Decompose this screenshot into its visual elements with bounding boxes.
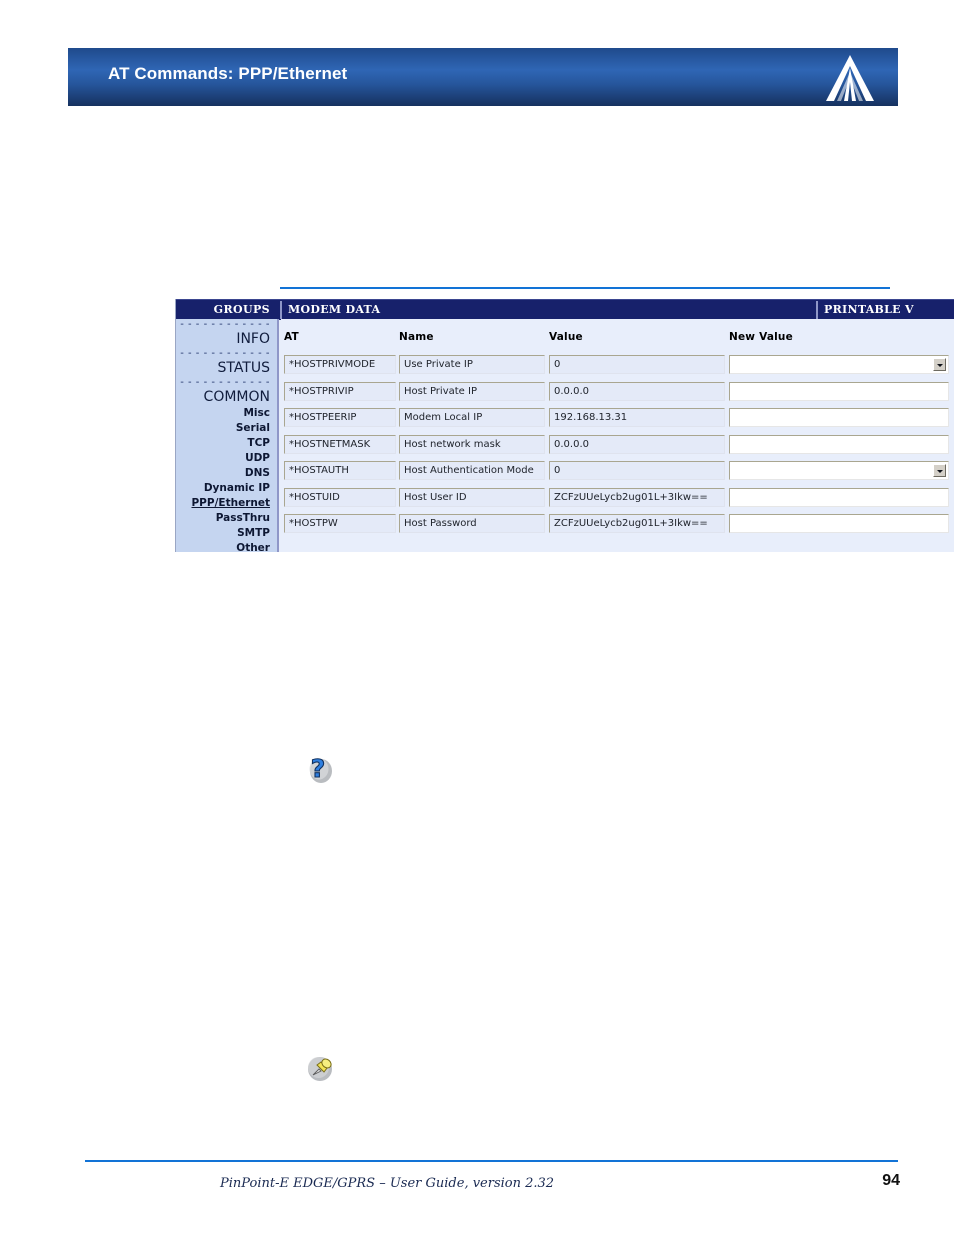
column-header-value: Value (549, 331, 583, 343)
nav-divider: - - - - - - - - - - - - - (180, 348, 270, 359)
cell-value: ZCFzUUeLycb2ug01L+3Ikw== (549, 487, 725, 507)
cell-name: Modem Local IP (399, 408, 545, 427)
footer-document-title: PinPoint-E EDGE/GPRS – User Guide, versi… (220, 1176, 555, 1191)
cell-name: Host network mask (399, 434, 545, 454)
nav-item-dynamic-ip[interactable]: Dynamic IP (176, 481, 270, 496)
cell-name: Host Password (399, 514, 545, 533)
new-value-input[interactable] (729, 487, 949, 507)
cell-name: Host User ID (399, 487, 545, 507)
column-header-new-value: New Value (729, 331, 793, 343)
cell-at-command: *HOSTPRIVIP (284, 381, 396, 401)
nav-item-serial[interactable]: Serial (176, 421, 270, 436)
note-pushpin-icon (308, 1057, 332, 1081)
nav-item-misc[interactable]: Misc (176, 406, 270, 421)
new-value-select[interactable] (729, 355, 949, 374)
nav-group-status[interactable]: STATUS (176, 359, 270, 377)
column-header-at: AT (284, 331, 299, 343)
nav-item-smtp[interactable]: SMTP (176, 526, 270, 541)
titlebar-divider (280, 301, 282, 319)
app-titlebar: GROUPS MODEM DATA PRINTABLE V (176, 299, 954, 320)
nav-group-info[interactable]: INFO (176, 330, 270, 348)
cell-value: 0.0.0.0 (549, 381, 725, 401)
groups-sidebar: - - - - - - - - - - - - -INFO- - - - - -… (176, 319, 279, 552)
nav-item-other[interactable]: Other (176, 541, 270, 552)
page-title: AT Commands: PPP/Ethernet (108, 64, 348, 83)
nav-divider: - - - - - - - - - - - - - (180, 319, 270, 330)
new-value-input[interactable] (729, 434, 949, 454)
cell-at-command: *HOSTPRIVMODE (284, 355, 396, 374)
nav-item-passthru[interactable]: PassThru (176, 511, 270, 526)
cell-value: 0 (549, 355, 725, 374)
new-value-input[interactable] (729, 514, 949, 533)
cell-name: Host Authentication Mode (399, 461, 545, 480)
tip-question-icon: ? (309, 753, 332, 784)
chevron-down-icon[interactable] (933, 358, 946, 371)
cell-at-command: *HOSTUID (284, 487, 396, 507)
groups-header-label: GROUPS (213, 303, 270, 316)
sierra-wireless-logo-icon (826, 55, 874, 101)
cell-value: 192.168.13.31 (549, 408, 725, 427)
modem-data-label: MODEM DATA (288, 303, 381, 316)
svg-text:?: ? (311, 754, 326, 783)
cell-name: Use Private IP (399, 355, 545, 374)
cell-at-command: *HOSTPW (284, 514, 396, 533)
titlebar-divider (816, 301, 818, 319)
cell-name: Host Private IP (399, 381, 545, 401)
chevron-down-icon[interactable] (933, 464, 946, 477)
cell-value: 0.0.0.0 (549, 434, 725, 454)
column-header-name: Name (399, 331, 434, 343)
new-value-input[interactable] (729, 408, 949, 427)
cell-at-command: *HOSTAUTH (284, 461, 396, 480)
modem-data-content: AT Name Value New Value *HOSTPRIVMODE Use Pri… (281, 319, 954, 552)
nav-item-udp[interactable]: UDP (176, 451, 270, 466)
nav-item-dns[interactable]: DNS (176, 466, 270, 481)
figure-top-rule (280, 287, 890, 289)
nav-group-common[interactable]: COMMON (176, 388, 270, 406)
cell-value: ZCFzUUeLycb2ug01L+3Ikw== (549, 514, 725, 533)
nav-divider: - - - - - - - - - - - - - (180, 377, 270, 388)
footer-rule (85, 1160, 898, 1162)
footer-page-number: 94 (882, 1172, 900, 1189)
new-value-input[interactable] (729, 381, 949, 401)
new-value-select[interactable] (729, 461, 949, 480)
cell-value: 0 (549, 461, 725, 480)
nav-item-ppp-ethernet[interactable]: PPP/Ethernet (176, 496, 270, 511)
modem-data-screenshot-figure: GROUPS MODEM DATA PRINTABLE V - - - - - … (175, 299, 954, 552)
nav-item-tcp[interactable]: TCP (176, 436, 270, 451)
cell-at-command: *HOSTPEERIP (284, 408, 396, 427)
printable-view-link[interactable]: PRINTABLE V (824, 300, 914, 320)
page-header-banner: AT Commands: PPP/Ethernet (68, 48, 898, 106)
cell-at-command: *HOSTNETMASK (284, 434, 396, 454)
